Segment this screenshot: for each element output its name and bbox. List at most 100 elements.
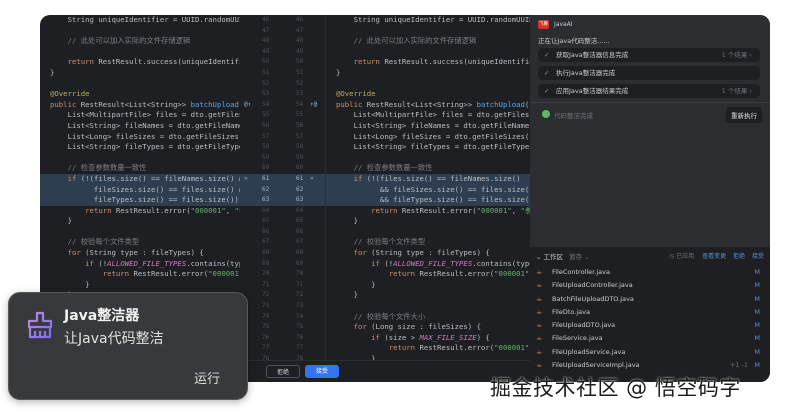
changed-file-item[interactable]: ☕ FileUploadDTO.java M: [530, 319, 770, 332]
line-number-row: 50 50: [262, 58, 304, 66]
step-card[interactable]: ✓ 获取Java整洁器信息完成 1 个结果 ›: [538, 48, 760, 62]
changed-file-item[interactable]: ☕ FileUploadController.java M: [530, 279, 770, 292]
code-line: }: [336, 279, 376, 289]
step-card[interactable]: ✓ 应用Java整洁器结果完成 1 个结果 ›: [538, 84, 760, 98]
step-result-link[interactable]: 1 个结果 ›: [722, 84, 752, 98]
line-number-row: 76 76: [262, 333, 304, 341]
changed-file-item[interactable]: ☕ FileUploadService.java M: [530, 346, 770, 359]
reject-all-link[interactable]: 拒绝: [733, 253, 745, 260]
diff-marker-icon[interactable]: «: [310, 174, 314, 185]
code-line: return RestResult.error("000001", ": [102, 269, 240, 279]
line-number-row: » 61 61 «: [240, 173, 325, 185]
file-name: FileUploadService.java: [552, 347, 626, 356]
step-result-link[interactable]: 1 个结果 ›: [722, 48, 752, 62]
code-line: for (String type : fileTypes) {: [353, 248, 490, 258]
line-number-row: 49 49: [262, 47, 304, 55]
line-number-row: 68 68: [262, 249, 304, 257]
file-name: FileController.java: [552, 268, 610, 276]
check-circle-icon: ✓: [544, 51, 550, 59]
java-file-icon: ☕: [536, 281, 543, 290]
line-number-row: 47 47: [262, 26, 304, 34]
line-number-row: 59 59: [262, 153, 304, 161]
view-changes-link[interactable]: 查看变更: [702, 253, 726, 260]
code-line: return RestResult.error("000001", "不: [388, 269, 530, 279]
java-file-icon: ☕: [536, 294, 543, 303]
check-circle-icon: ✓: [544, 87, 550, 95]
changed-file-item[interactable]: ☕ FileController.java M: [530, 266, 770, 279]
code-line: if (!ALLOWED_FILE_TYPES.contains(type)): [85, 258, 240, 268]
rerun-button[interactable]: 重新执行: [726, 107, 762, 123]
app-name: JavaAI: [554, 21, 573, 28]
code-line: }: [336, 67, 341, 77]
changed-file-item[interactable]: ☕ FileUploadServiceImpl.java +1 -1 M: [530, 359, 770, 372]
accept-all-link[interactable]: 接受: [752, 253, 764, 260]
changed-file-item[interactable]: ☕ FileService.java M: [530, 332, 770, 345]
code-line: // 检查参数数量一致性: [336, 163, 433, 173]
file-name: FileUploadServiceImpl.java: [552, 361, 640, 370]
line-number-row: 52 52: [262, 79, 304, 87]
check-circle-icon: ✓: [544, 69, 550, 77]
watermark: 掘金技术社区 @ 悟空码字: [490, 376, 741, 400]
workspace-title: 工作区: [543, 253, 564, 261]
code-line: }: [336, 216, 358, 226]
java-file-icon: ☕: [536, 347, 543, 356]
code-line: return RestResult.error("000001", "参数数: [85, 205, 240, 215]
code-line: for (Long size : fileSizes) {: [353, 322, 481, 332]
code-line: public RestResult<List<String>> batchUpl…: [336, 99, 530, 109]
file-name: FileUploadController.java: [552, 281, 633, 290]
code-line: // 校验每个文件类型: [336, 237, 426, 247]
file-name: BatchFileUploadDTO.java: [552, 294, 634, 303]
code-line: List<MultipartFile> files = dto.getFiles…: [50, 110, 240, 120]
step-label: 执行Java整洁器完成: [556, 69, 616, 77]
line-number-gutter: 46 46 47 47 48 48 49 49 50 50 51 51 52 52 53 53 @↑ 54 54 ↑@…: [240, 15, 325, 362]
line-number-row: 72 72: [262, 291, 304, 299]
diff-marker-icon[interactable]: @↑: [244, 100, 251, 111]
line-number-row: 70 70: [262, 270, 304, 278]
changed-file-item[interactable]: ☕ FileDto.java M: [530, 306, 770, 319]
diff-marker-icon[interactable]: ↑@: [310, 100, 317, 111]
step-card[interactable]: ✓ 执行Java整洁器完成: [538, 66, 760, 80]
code-line: if (!ALLOWED_FILE_TYPES.contains(type)) …: [371, 258, 530, 268]
line-number-row: 75 75: [262, 323, 304, 331]
diff-count: +1 -1: [729, 361, 748, 370]
modified-code-pane[interactable]: String uniqueIdentifier = UUID.randomUUI…: [325, 15, 530, 360]
java-file-icon: ☕: [536, 334, 543, 343]
accept-button[interactable]: 接受: [305, 365, 339, 378]
done-label: 代码整洁完成: [554, 112, 593, 120]
code-line: return RestResult.success(uniqueIdentifi…: [67, 57, 240, 67]
reject-button[interactable]: 拒绝: [266, 365, 300, 378]
java-file-icon: ☕: [536, 307, 543, 316]
line-number-row: 74 74: [262, 312, 304, 320]
step-label: 应用Java整洁器结果完成: [556, 87, 629, 95]
line-number-row: 63 63: [240, 195, 325, 206]
code-line: if (size > MAX_FILE_SIZE) {: [371, 332, 490, 342]
line-number-row: 58 58: [262, 143, 304, 151]
diff-marker-icon[interactable]: »: [244, 174, 248, 185]
code-line: List<Long> fileSizes = dto.getFileSizes(…: [50, 131, 240, 141]
run-button[interactable]: 运行: [194, 368, 220, 387]
code-line: List<String> fileTypes = dto.getFileType…: [50, 142, 240, 152]
changed-file-item[interactable]: ☕ BatchFileUploadDTO.java M: [530, 293, 770, 306]
line-number-row: 73 73: [262, 302, 304, 310]
line-number-row: 57 57: [262, 132, 304, 140]
line-number-row: 64 64: [262, 206, 304, 214]
status-title: 正在让Java代码整洁......: [538, 37, 610, 45]
code-line: return RestResult.error("000001", "文件: [388, 343, 530, 353]
success-icon: [542, 110, 550, 118]
stage-dropdown[interactable]: 暂存: [569, 253, 582, 261]
workspace-header[interactable]: ⌄ 工作区 暂存 ⌄: [536, 251, 590, 261]
code-line: if (!(files.size() == fileNames.size(): [326, 173, 530, 185]
code-line: }: [50, 67, 55, 77]
code-line: @Override: [336, 89, 376, 99]
code-line: }: [336, 290, 358, 300]
code-line: }: [50, 216, 72, 226]
code-line: return RestResult.error("000001", "参数数量: [371, 205, 530, 215]
modified-status: M: [754, 294, 760, 303]
